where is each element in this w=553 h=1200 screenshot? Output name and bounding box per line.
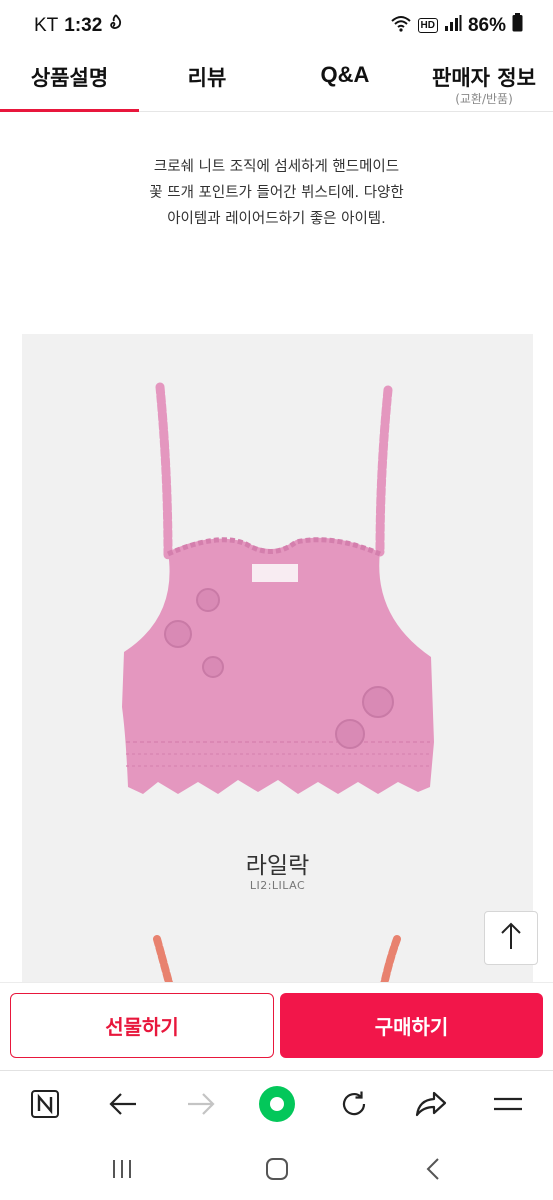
menu-icon[interactable] (490, 1086, 526, 1122)
battery-percent: 86% (467, 14, 506, 36)
tab-label: Q&A (320, 62, 370, 87)
back-icon[interactable] (418, 1154, 448, 1184)
tab-reviews[interactable]: 리뷰 (139, 52, 275, 112)
share-icon[interactable] (413, 1086, 449, 1122)
tab-label: 판매자 정보 (432, 66, 536, 90)
status-right: HD 86% (390, 13, 523, 38)
color-name: 라일락 (245, 853, 310, 879)
battery-icon (512, 13, 523, 38)
description-line: 꽃 뜨개 포인트가 들어간 뷔스티에. 다양한 (149, 185, 404, 201)
gift-button[interactable]: 선물하기 (10, 993, 274, 1058)
clock: 1:32 (64, 15, 103, 36)
scroll-to-top-button[interactable] (484, 911, 538, 965)
browser-toolbar (0, 1070, 553, 1136)
refresh-icon[interactable] (336, 1086, 372, 1122)
product-image-bustier (122, 382, 434, 794)
notification-icon (108, 14, 124, 38)
purchase-bar: 선물하기 구매하기 (0, 982, 553, 1070)
wifi-icon (390, 14, 412, 38)
recent-apps-icon[interactable] (107, 1154, 137, 1184)
next-product-image-straps (153, 935, 401, 982)
system-navigation-bar (0, 1136, 553, 1200)
product-tab-bar: 상품설명 리뷰 Q&A 판매자 정보 (교환/반품) (0, 52, 553, 112)
tab-label: 상품설명 (30, 66, 109, 90)
forward-arrow-icon[interactable] (183, 1086, 219, 1122)
carrier-label: KT (34, 15, 59, 36)
home-icon[interactable] (262, 1154, 292, 1184)
tab-qna[interactable]: Q&A (275, 52, 415, 112)
tab-description[interactable]: 상품설명 (0, 52, 139, 112)
buy-button[interactable]: 구매하기 (280, 993, 543, 1058)
home-circle-icon[interactable] (259, 1086, 295, 1122)
color-code: LI2:LILAC (249, 879, 306, 892)
tab-sublabel: (교환/반품) (455, 92, 513, 106)
hd-badge: HD (417, 18, 438, 33)
status-left: KT 1:32 (34, 14, 124, 38)
description-line: 크로쉐 니트 조직에 섬세하게 핸드메이드 (153, 159, 400, 175)
tab-seller-info[interactable]: 판매자 정보 (교환/반품) (415, 52, 553, 112)
signal-icon (444, 14, 462, 38)
product-description: 크로쉐 니트 조직에 섬세하게 핸드메이드 꽃 뜨개 포인트가 들어간 뷔스티에… (0, 154, 553, 232)
description-line: 아이템과 레이어드하기 좋은 아이템. (167, 211, 386, 227)
product-detail-content[interactable]: 크로쉐 니트 조직에 섬세하게 핸드메이드 꽃 뜨개 포인트가 들어간 뷔스티에… (0, 112, 553, 982)
naver-icon[interactable] (27, 1086, 63, 1122)
back-arrow-icon[interactable] (105, 1086, 141, 1122)
product-image-panel: 라일락 LI2:LILAC (22, 334, 533, 982)
status-bar: KT 1:32 HD 86% (0, 0, 553, 52)
arrow-up-icon (499, 921, 523, 955)
tab-label: 리뷰 (187, 66, 227, 90)
